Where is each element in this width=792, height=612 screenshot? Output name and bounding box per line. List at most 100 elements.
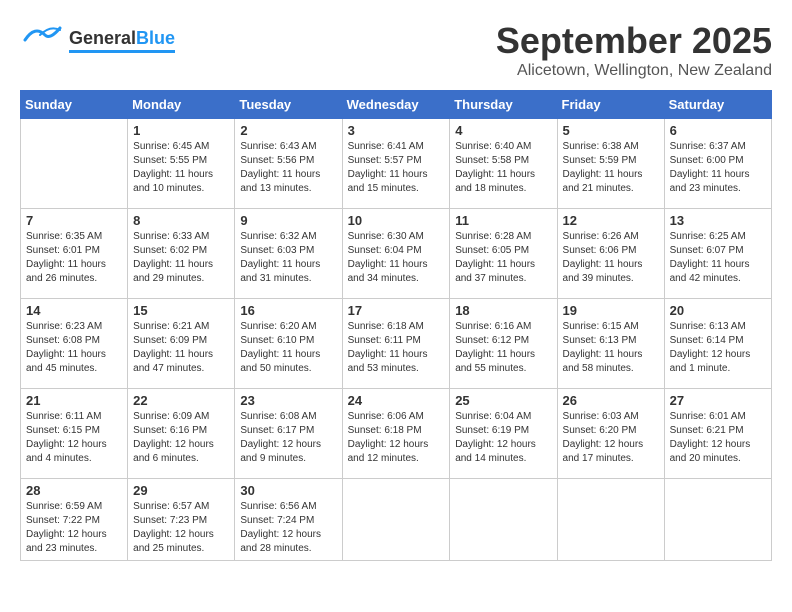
day-info: Sunrise: 6:20 AM Sunset: 6:10 PM Dayligh… [240,320,336,376]
day-info: Sunrise: 6:26 AM Sunset: 6:06 PM Dayligh… [563,230,659,286]
day-number: 13 [670,213,766,228]
calendar-cell: 20 Sunrise: 6:13 AM Sunset: 6:14 PM Dayli… [664,299,771,389]
title-area: September 2025 Alicetown, Wellington, Ne… [496,20,772,80]
day-number: 4 [455,123,551,138]
day-header-monday: Monday [128,91,235,119]
day-info: Sunrise: 6:16 AM Sunset: 6:12 PM Dayligh… [455,320,551,376]
calendar-cell: 10Sunrise: 6:30 AM Sunset: 6:04 PM Dayli… [342,209,450,299]
calendar-cell: 13Sunrise: 6:25 AM Sunset: 6:07 PM Dayli… [664,209,771,299]
calendar-cell: 6Sunrise: 6:37 AM Sunset: 6:00 PM Daylig… [664,119,771,209]
day-number: 27 [670,393,766,408]
calendar-cell [557,479,664,561]
calendar-cell: 19Sunrise: 6:15 AM Sunset: 6:13 PM Dayli… [557,299,664,389]
day-info: Sunrise: 6:28 AM Sunset: 6:05 PM Dayligh… [455,230,551,286]
location-title: Alicetown, Wellington, New Zealand [496,62,772,80]
day-header-tuesday: Tuesday [235,91,342,119]
logo-general: General [69,28,136,48]
day-info: Sunrise: 6:23 AM Sunset: 6:08 PM Dayligh… [26,320,122,376]
day-number: 7 [26,213,122,228]
day-info: Sunrise: 6:15 AM Sunset: 6:13 PM Dayligh… [563,320,659,376]
day-number: 6 [670,123,766,138]
day-info: Sunrise: 6:32 AM Sunset: 6:03 PM Dayligh… [240,230,336,286]
calendar-cell: 24Sunrise: 6:06 AM Sunset: 6:18 PM Dayli… [342,389,450,479]
calendar-table: SundayMondayTuesdayWednesdayThursdayFrid… [20,90,772,561]
calendar-cell [450,479,557,561]
calendar-cell: 16 Sunrise: 6:20 AM Sunset: 6:10 PM Dayli… [235,299,342,389]
calendar-cell: 21 Sunrise: 6:11 AM Sunset: 6:15 PM Dayli… [21,389,128,479]
day-info: Sunrise: 6:41 AM Sunset: 5:57 PM Dayligh… [348,140,445,196]
day-info: Sunrise: 6:06 AM Sunset: 6:18 PM Dayligh… [348,410,445,466]
day-number: 16 [240,303,336,318]
day-number: 8 [133,213,229,228]
day-number: 11 [455,213,551,228]
day-info: Sunrise: 6:45 AM Sunset: 5:55 PM Dayligh… [133,140,229,196]
page-header: GeneralBlue September 2025 Alicetown, We… [20,20,772,80]
calendar-cell: 9 Sunrise: 6:32 AM Sunset: 6:03 PM Daylig… [235,209,342,299]
day-number: 10 [348,213,445,228]
calendar-cell: 2 Sunrise: 6:43 AM Sunset: 5:56 PM Daylig… [235,119,342,209]
day-number: 30 [240,483,336,498]
calendar-cell [664,479,771,561]
day-number: 21 [26,393,122,408]
day-number: 12 [563,213,659,228]
day-header-thursday: Thursday [450,91,557,119]
day-number: 5 [563,123,659,138]
day-number: 29 [133,483,229,498]
day-info: Sunrise: 6:01 AM Sunset: 6:21 PM Dayligh… [670,410,766,466]
calendar-cell: 14 Sunrise: 6:23 AM Sunset: 6:08 PM Dayli… [21,299,128,389]
calendar-cell: 11 Sunrise: 6:28 AM Sunset: 6:05 PM Dayli… [450,209,557,299]
calendar-cell: 12 Sunrise: 6:26 AM Sunset: 6:06 PM Dayli… [557,209,664,299]
day-header-sunday: Sunday [21,91,128,119]
calendar-week-row: 7 Sunrise: 6:35 AM Sunset: 6:01 PM Daylig… [21,209,772,299]
day-info: Sunrise: 6:03 AM Sunset: 6:20 PM Dayligh… [563,410,659,466]
calendar-week-row: 1Sunrise: 6:45 AM Sunset: 5:55 PM Daylig… [21,119,772,209]
day-info: Sunrise: 6:35 AM Sunset: 6:01 PM Dayligh… [26,230,122,286]
day-number: 14 [26,303,122,318]
day-info: Sunrise: 6:57 AM Sunset: 7:23 PM Dayligh… [133,500,229,556]
day-number: 2 [240,123,336,138]
day-info: Sunrise: 6:18 AM Sunset: 6:11 PM Dayligh… [348,320,445,376]
calendar-cell: 5Sunrise: 6:38 AM Sunset: 5:59 PM Daylig… [557,119,664,209]
calendar-cell: 23 Sunrise: 6:08 AM Sunset: 6:17 PM Dayli… [235,389,342,479]
day-header-wednesday: Wednesday [342,91,450,119]
day-header-friday: Friday [557,91,664,119]
calendar-cell: 26 Sunrise: 6:03 AM Sunset: 6:20 PM Dayli… [557,389,664,479]
day-info: Sunrise: 6:59 AM Sunset: 7:22 PM Dayligh… [26,500,122,556]
day-header-saturday: Saturday [664,91,771,119]
month-title: September 2025 [496,20,772,62]
calendar-week-row: 28Sunrise: 6:59 AM Sunset: 7:22 PM Dayli… [21,479,772,561]
day-number: 20 [670,303,766,318]
day-info: Sunrise: 6:09 AM Sunset: 6:16 PM Dayligh… [133,410,229,466]
calendar-cell: 22Sunrise: 6:09 AM Sunset: 6:16 PM Dayli… [128,389,235,479]
calendar-week-row: 14 Sunrise: 6:23 AM Sunset: 6:08 PM Dayli… [21,299,772,389]
logo-text: GeneralBlue [69,28,175,53]
day-info: Sunrise: 6:40 AM Sunset: 5:58 PM Dayligh… [455,140,551,196]
calendar-cell: 25Sunrise: 6:04 AM Sunset: 6:19 PM Dayli… [450,389,557,479]
day-number: 17 [348,303,445,318]
day-number: 23 [240,393,336,408]
day-info: Sunrise: 6:13 AM Sunset: 6:14 PM Dayligh… [670,320,766,376]
day-number: 26 [563,393,659,408]
logo-blue: Blue [136,28,175,48]
calendar-header-row: SundayMondayTuesdayWednesdayThursdayFrid… [21,91,772,119]
calendar-cell: 17 Sunrise: 6:18 AM Sunset: 6:11 PM Dayli… [342,299,450,389]
day-info: Sunrise: 6:11 AM Sunset: 6:15 PM Dayligh… [26,410,122,466]
calendar-week-row: 21 Sunrise: 6:11 AM Sunset: 6:15 PM Dayli… [21,389,772,479]
calendar-cell [21,119,128,209]
day-info: Sunrise: 6:04 AM Sunset: 6:19 PM Dayligh… [455,410,551,466]
day-info: Sunrise: 6:21 AM Sunset: 6:09 PM Dayligh… [133,320,229,376]
calendar-cell: 3 Sunrise: 6:41 AM Sunset: 5:57 PM Daylig… [342,119,450,209]
day-info: Sunrise: 6:43 AM Sunset: 5:56 PM Dayligh… [240,140,336,196]
day-info: Sunrise: 6:08 AM Sunset: 6:17 PM Dayligh… [240,410,336,466]
day-info: Sunrise: 6:56 AM Sunset: 7:24 PM Dayligh… [240,500,336,556]
day-info: Sunrise: 6:33 AM Sunset: 6:02 PM Dayligh… [133,230,229,286]
day-number: 18 [455,303,551,318]
day-number: 15 [133,303,229,318]
calendar-cell: 4 Sunrise: 6:40 AM Sunset: 5:58 PM Daylig… [450,119,557,209]
calendar-cell: 1Sunrise: 6:45 AM Sunset: 5:55 PM Daylig… [128,119,235,209]
day-number: 3 [348,123,445,138]
calendar-cell: 18 Sunrise: 6:16 AM Sunset: 6:12 PM Dayli… [450,299,557,389]
day-number: 9 [240,213,336,228]
calendar-cell: 8 Sunrise: 6:33 AM Sunset: 6:02 PM Daylig… [128,209,235,299]
calendar-cell: 29 Sunrise: 6:57 AM Sunset: 7:23 PM Dayli… [128,479,235,561]
